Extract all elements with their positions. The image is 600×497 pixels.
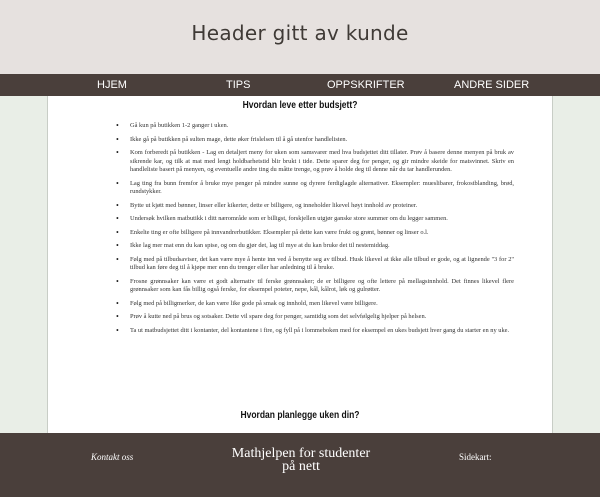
nav-item-tips[interactable]: TIPS (226, 79, 250, 91)
tips-list: Gå kun på butikken 1-2 ganger i uken. Ik… (116, 122, 548, 340)
list-item: Bytte ut kjøtt med bønner, linser eller … (116, 202, 514, 211)
list-item: Lag ting fra bunn fremfor å bruke mye pe… (116, 180, 514, 197)
left-margin (0, 96, 48, 433)
list-item: Følg med på billigmerker, de kan være li… (116, 300, 514, 309)
list-item: Kom forberedt på butikken - Lag en detal… (116, 149, 514, 175)
right-margin (552, 96, 600, 433)
contact-link[interactable]: Kontakt oss (91, 452, 133, 462)
document-title: Hvordan leve etter budsjett? (242, 100, 358, 111)
nav-item-andre-sider[interactable]: ANDRE SIDER (454, 79, 529, 91)
content-frame: Hvordan leve etter budsjett? Gå kun på b… (0, 96, 600, 433)
site-footer: Kontakt oss Mathjelpen for studenter på … (0, 433, 600, 497)
header-title: Header gitt av kunde (191, 21, 409, 45)
list-item: Frosne grønnsaker kan være et godt alter… (116, 278, 514, 295)
list-item: Ta ut matbudsjettet ditt i kontanter, de… (116, 327, 514, 336)
list-item: Undersøk hvilken matbutikk i ditt næromr… (116, 215, 514, 224)
list-item: Gå kun på butikken 1-2 ganger i uken. (116, 122, 514, 131)
list-item: Ikke gå på butikken på sulten mage, dett… (116, 136, 514, 145)
list-item: Prøv å kutte ned på brus og sotsaker. De… (116, 313, 514, 322)
nav-item-oppskrifter[interactable]: OPPSKRIFTER (327, 79, 405, 91)
list-item: Følg med på tilbudsaviser, det kan være … (116, 256, 514, 273)
main-nav: HJEM TIPS OPPSKRIFTER ANDRE SIDER (0, 74, 600, 96)
footer-title-line2: på nett (282, 459, 320, 474)
nav-item-hjem[interactable]: HJEM (97, 79, 127, 91)
list-item: Enkelte ting er ofte billigere på innvan… (116, 229, 514, 238)
site-header: Header gitt av kunde (0, 0, 600, 74)
list-item: Ikke lag mer mat enn du kan spise, og om… (116, 242, 514, 251)
footer-title: Mathjelpen for studenter på nett (200, 447, 402, 474)
document-subtitle: Hvordan planlegge uken din? (240, 410, 360, 421)
sitemap-label: Sidekart: (459, 452, 492, 462)
document-view[interactable]: Hvordan leve etter budsjett? Gå kun på b… (48, 96, 552, 433)
